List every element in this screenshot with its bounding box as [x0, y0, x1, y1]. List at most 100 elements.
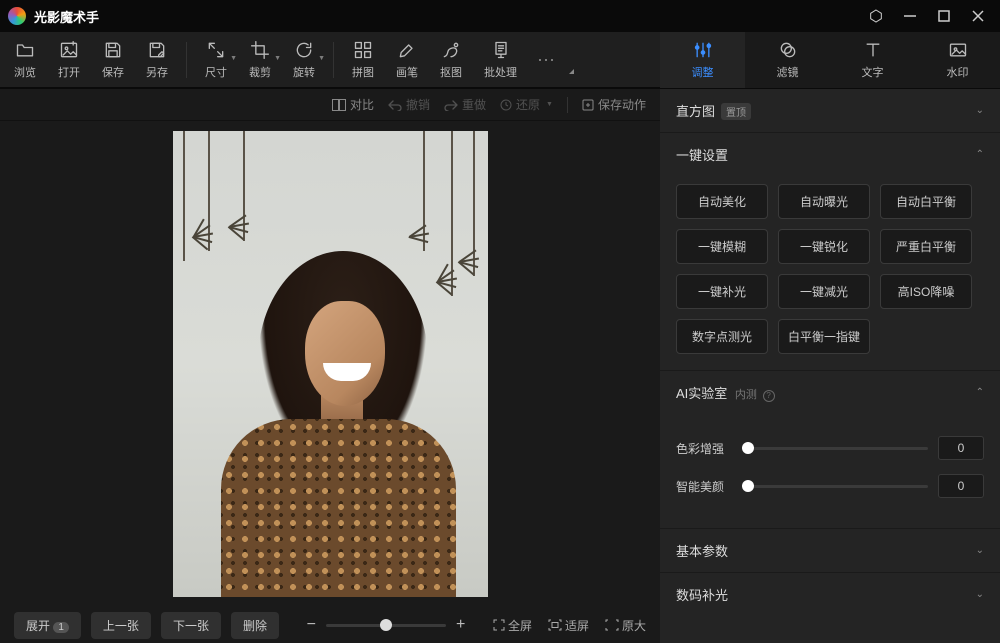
prev-button[interactable]: 上一张 — [91, 612, 151, 639]
chevron-down-icon: ⌄ — [976, 545, 984, 556]
slider-track[interactable] — [742, 447, 928, 450]
redo-button[interactable]: 重做 — [444, 96, 486, 113]
toolbar-label: 画笔 — [396, 64, 418, 80]
canvas-footer: 展开 1 上一张 下一张 删除 − + 全屏 适屏 原大 — [0, 607, 660, 643]
resize-button[interactable]: ▼尺寸 — [205, 40, 227, 80]
filter-icon — [778, 40, 798, 60]
slider-track[interactable] — [742, 485, 928, 488]
tab-text[interactable]: 文字 — [830, 32, 915, 88]
tab-label: 文字 — [862, 64, 884, 80]
minimize-button[interactable] — [902, 8, 918, 24]
app-logo-icon — [8, 7, 26, 25]
rotate-button[interactable]: ▼旋转 — [293, 40, 315, 80]
fullscreen-button[interactable]: 全屏 — [493, 617, 532, 634]
zoom-slider[interactable] — [326, 624, 446, 627]
slider-value[interactable]: 0 — [938, 474, 984, 498]
one-click-action-button[interactable]: 自动曝光 — [778, 184, 870, 219]
save-as-button[interactable]: 另存 — [146, 40, 168, 80]
basic-params-section-header[interactable]: 基本参数 ⌄ — [660, 529, 1000, 572]
folder-icon — [15, 40, 35, 60]
settings-icon[interactable] — [868, 8, 884, 24]
canvas-area: 对比 撤销 重做 还原 ▼ 保存动作 — [0, 88, 660, 643]
text-icon — [863, 40, 883, 60]
slider-label: 智能美颜 — [676, 478, 732, 495]
rotate-icon — [294, 40, 314, 60]
next-button[interactable]: 下一张 — [161, 612, 221, 639]
toolbar-label: 批处理 — [484, 64, 517, 80]
image-plus-button[interactable]: 打开 — [58, 40, 80, 80]
restore-button[interactable]: 还原 ▼ — [500, 96, 553, 113]
expand-button[interactable]: 展开 1 — [14, 612, 81, 639]
digital-fill-label: 数码补光 — [676, 585, 728, 604]
chevron-up-icon: ⌃ — [976, 387, 984, 398]
save-action-label: 保存动作 — [598, 96, 646, 113]
tab-filter[interactable]: 滤镜 — [745, 32, 830, 88]
info-icon[interactable]: ? — [763, 390, 775, 402]
slider-value[interactable]: 0 — [938, 436, 984, 460]
save-button[interactable]: 保存 — [102, 40, 124, 80]
tab-label: 调整 — [692, 64, 714, 80]
image-plus-icon — [59, 40, 79, 60]
batch-icon — [491, 40, 511, 60]
ai-lab-section-header[interactable]: AI实验室 内测 ? ⌃ — [660, 371, 1000, 414]
one-click-action-button[interactable]: 一键锐化 — [778, 229, 870, 264]
slider-row: 色彩增强 0 — [676, 436, 984, 460]
slider-thumb[interactable] — [742, 480, 754, 492]
tab-watermark[interactable]: 水印 — [915, 32, 1000, 88]
beta-badge: 内测 — [735, 389, 757, 401]
redo-label: 重做 — [462, 96, 486, 113]
one-click-action-button[interactable]: 一键模糊 — [676, 229, 768, 264]
one-click-action-button[interactable]: 自动白平衡 — [880, 184, 972, 219]
crop-icon — [250, 40, 270, 60]
lasso-icon — [441, 40, 461, 60]
ai-lab-label: AI实验室 — [676, 386, 727, 401]
close-button[interactable] — [970, 8, 986, 24]
delete-button[interactable]: 删除 — [231, 612, 279, 639]
tab-adjust[interactable]: 调整 — [660, 32, 745, 88]
one-click-section-header[interactable]: 一键设置 ⌃ — [660, 133, 1000, 176]
save-as-icon — [147, 40, 167, 60]
digital-fill-section-header[interactable]: 数码补光 ⌄ — [660, 573, 1000, 616]
toolbar-label: 保存 — [102, 64, 124, 80]
resize-icon — [206, 40, 226, 60]
one-click-action-button[interactable]: 数字点测光 — [676, 319, 768, 354]
one-click-action-button[interactable]: 一键补光 — [676, 274, 768, 309]
undo-button[interactable]: 撤销 — [388, 96, 430, 113]
main-toolbar: 浏览打开保存 另存 ▼尺寸 ▼裁剪 ▼旋转 拼图 画笔 抠图批处理 ··· — [0, 32, 660, 88]
slider-thumb[interactable] — [742, 442, 754, 454]
zoom-in-icon[interactable]: + — [456, 616, 465, 634]
zoom-out-icon[interactable]: − — [307, 616, 316, 634]
lasso-button[interactable]: 抠图 — [440, 40, 462, 80]
save-action-button[interactable]: 保存动作 — [582, 96, 646, 113]
histogram-section-header[interactable]: 直方图置顶 ⌄ — [660, 89, 1000, 132]
app-title: 光影魔术手 — [34, 7, 99, 26]
one-click-action-button[interactable]: 白平衡一指键 — [778, 319, 870, 354]
photo-preview — [173, 131, 488, 597]
one-click-action-button[interactable]: 高ISO降噪 — [880, 274, 972, 309]
crop-button[interactable]: ▼裁剪 — [249, 40, 271, 80]
watermark-icon — [948, 40, 968, 60]
brush-button[interactable]: 画笔 — [396, 40, 418, 80]
toolbar-overflow-icon[interactable] — [569, 69, 574, 74]
one-click-grid: 自动美化自动曝光自动白平衡一键模糊一键锐化严重白平衡一键补光一键减光高ISO降噪… — [676, 184, 984, 354]
one-click-action-button[interactable]: 自动美化 — [676, 184, 768, 219]
compare-button[interactable]: 对比 — [332, 96, 374, 113]
histogram-label: 直方图 — [676, 104, 715, 119]
maximize-button[interactable] — [936, 8, 952, 24]
more-icon[interactable]: ··· — [531, 49, 561, 70]
toolbar-label: 拼图 — [352, 64, 374, 80]
canvas-subtoolbar: 对比 撤销 重做 还原 ▼ 保存动作 — [0, 89, 660, 121]
undo-label: 撤销 — [406, 96, 430, 113]
titlebar: 光影魔术手 — [0, 0, 1000, 32]
compare-label: 对比 — [350, 96, 374, 113]
one-click-action-button[interactable]: 一键减光 — [778, 274, 870, 309]
slider-label: 色彩增强 — [676, 440, 732, 457]
fit-button[interactable]: 适屏 — [548, 617, 589, 634]
batch-button[interactable]: 批处理 — [484, 40, 517, 80]
folder-button[interactable]: 浏览 — [14, 40, 36, 80]
original-size-button[interactable]: 原大 — [605, 617, 646, 634]
canvas-main[interactable] — [0, 121, 660, 607]
collage-button[interactable]: 拼图 — [352, 40, 374, 80]
toolbar-label: 另存 — [146, 64, 168, 80]
one-click-action-button[interactable]: 严重白平衡 — [880, 229, 972, 264]
